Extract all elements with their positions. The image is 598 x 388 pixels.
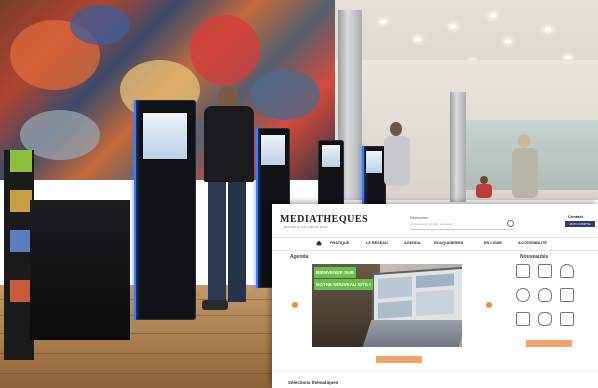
black-counter bbox=[30, 200, 130, 340]
person-walking bbox=[380, 122, 414, 202]
news-more-button[interactable] bbox=[526, 340, 572, 347]
website-screenshot: MEDIATHEQUES ROUBAIX AU CŒUR MAG Recherc… bbox=[272, 204, 598, 388]
agenda-title: Agenda bbox=[290, 254, 309, 260]
search-input[interactable]: Rechercher un document, un titre, un aut… bbox=[410, 216, 514, 230]
thematic-selections-title: Sélections thématiques bbox=[288, 380, 339, 385]
tablet-icon[interactable] bbox=[538, 312, 552, 326]
nav-item-bouquineries[interactable]: BOUQUINERIES bbox=[434, 241, 463, 245]
person-at-kiosk bbox=[196, 86, 262, 326]
lightbulb-icon[interactable] bbox=[538, 288, 552, 302]
speech-icon[interactable] bbox=[516, 288, 530, 302]
pillar bbox=[450, 92, 466, 202]
headphones-icon[interactable] bbox=[560, 264, 574, 278]
account-button[interactable]: MON COMPTE bbox=[565, 221, 595, 227]
news-icon-grid bbox=[516, 264, 582, 336]
agenda-slider[interactable]: BIENVENUE SUR NOTRE NOUVEAU SITE ! bbox=[312, 264, 462, 347]
ceiling-light bbox=[565, 56, 571, 59]
slide-keyboard bbox=[362, 320, 462, 347]
site-header: MEDIATHEQUES ROUBAIX AU CŒUR MAG Recherc… bbox=[272, 204, 598, 236]
slider-next-arrow-icon[interactable] bbox=[486, 302, 492, 308]
news-title: Nouveautés bbox=[520, 254, 549, 260]
ebook-icon[interactable] bbox=[560, 312, 574, 326]
banner-line-1: BIENVENUE SUR bbox=[314, 267, 356, 278]
book-icon[interactable] bbox=[516, 312, 530, 326]
nav-item-agenda[interactable]: AGENDA bbox=[404, 241, 420, 245]
ceiling-light bbox=[415, 38, 421, 41]
ceiling-light bbox=[545, 28, 551, 31]
banner-line-2: NOTRE NOUVEAU SITE ! bbox=[314, 279, 373, 290]
ceiling-light bbox=[490, 14, 496, 17]
ceiling-light bbox=[380, 20, 386, 23]
ceiling-light bbox=[450, 25, 456, 28]
ceiling-light bbox=[505, 40, 511, 43]
self-service-kiosk bbox=[134, 100, 196, 320]
clapper-icon[interactable] bbox=[538, 264, 552, 278]
divider bbox=[272, 371, 598, 372]
site-logo-subtitle: ROUBAIX AU CŒUR MAG bbox=[284, 225, 328, 229]
nav-item-pratique[interactable]: PRATIQUE bbox=[330, 241, 349, 245]
agenda-more-button[interactable] bbox=[376, 356, 422, 363]
nav-item-accessibilite[interactable]: ACCESSIBILITÉ bbox=[518, 241, 547, 245]
person-icon[interactable] bbox=[560, 288, 574, 302]
cube-icon[interactable] bbox=[516, 264, 530, 278]
slider-prev-arrow-icon[interactable] bbox=[292, 302, 298, 308]
search-label: Rechercher bbox=[410, 216, 429, 220]
home-icon[interactable] bbox=[316, 240, 322, 246]
search-icon[interactable] bbox=[507, 220, 514, 227]
main-nav: PRATIQUE LE RESEAU AGENDA BOUQUINERIES E… bbox=[272, 237, 598, 251]
welcome-banner: BIENVENUE SUR NOTRE NOUVEAU SITE ! bbox=[314, 267, 374, 291]
nav-item-reseau[interactable]: LE RESEAU bbox=[366, 241, 388, 245]
nav-item-en-ligne[interactable]: EN LIGNE bbox=[484, 241, 502, 245]
person-seated bbox=[474, 176, 494, 198]
site-logo[interactable]: MEDIATHEQUES bbox=[280, 214, 368, 225]
search-placeholder: un document, un titre, un auteur ... bbox=[410, 222, 456, 226]
person-walking bbox=[508, 134, 542, 204]
contact-link[interactable]: Contact bbox=[568, 214, 583, 219]
